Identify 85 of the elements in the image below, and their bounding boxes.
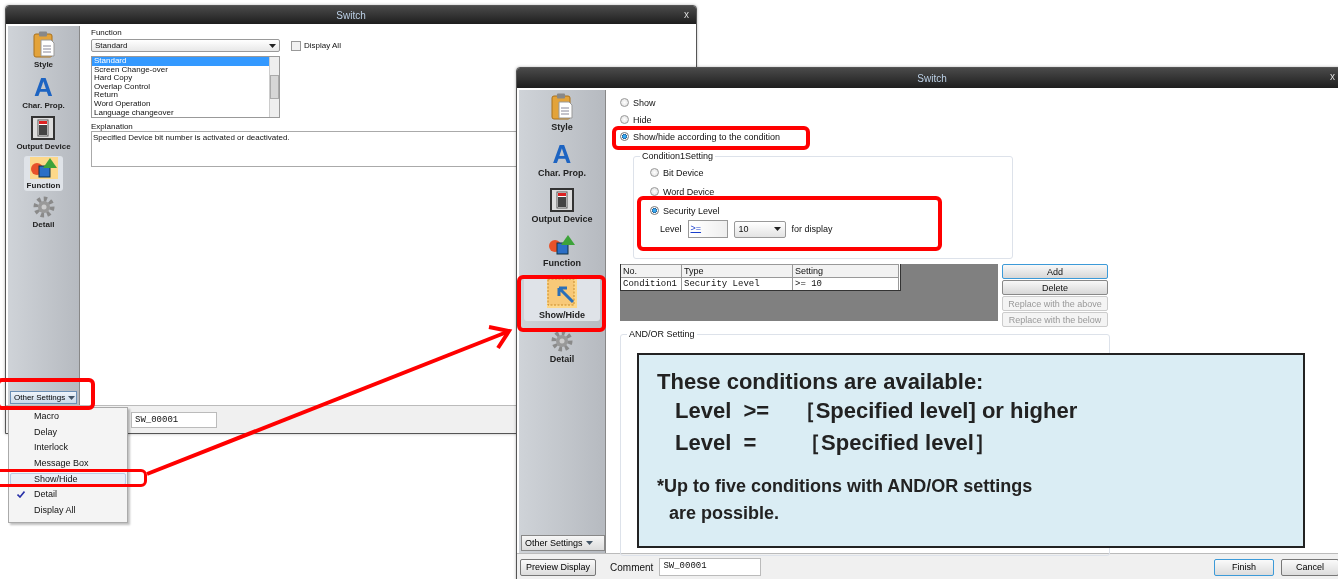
sidebar-item[interactable]: Style <box>524 92 600 133</box>
sidebar-item[interactable]: Function <box>23 156 64 191</box>
comment-field[interactable]: SW_00001 <box>131 411 217 428</box>
gear-icon <box>551 330 573 352</box>
clipboard-icon <box>32 31 55 58</box>
finish-button[interactable]: Finish <box>1214 558 1274 576</box>
action-button[interactable]: Delete <box>1002 280 1108 295</box>
other-settings-button[interactable]: Other Settings <box>521 535 605 551</box>
list-item[interactable]: Return <box>92 91 269 100</box>
field-label: Function <box>91 28 122 37</box>
checkbox-label: Display All <box>304 40 341 50</box>
letter-a-icon: A <box>34 75 53 99</box>
sidebar-item[interactable]: Detail <box>524 329 600 365</box>
table-header-cell: No. <box>621 264 682 277</box>
list-item[interactable]: Hard Copy <box>92 74 269 83</box>
radio-label: Show <box>633 97 656 108</box>
caret-icon <box>585 541 593 545</box>
other-settings-button[interactable]: Other Settings <box>10 391 77 404</box>
caret-icon <box>68 395 76 400</box>
list-item[interactable]: Overlap Control <box>92 82 269 92</box>
callout-line: Level >= ［Specified level] or higher <box>674 397 1079 425</box>
menu-item[interactable]: Detail <box>10 488 126 501</box>
suffix-label: for display <box>791 224 833 234</box>
caret-icon <box>269 43 276 48</box>
sidebar-item[interactable]: Show/Hide <box>524 277 600 321</box>
group-title: AND/OR Setting <box>627 329 697 339</box>
radio-button[interactable] <box>620 115 629 124</box>
radio-button[interactable] <box>620 132 629 141</box>
table-header-cell: Type <box>682 264 793 277</box>
preview-button[interactable]: Preview Display <box>520 558 597 576</box>
scrollbar[interactable] <box>269 57 279 117</box>
field-label: Explanation <box>91 122 133 131</box>
switch-icon <box>31 116 56 140</box>
sidebar-item[interactable]: Detail <box>29 195 58 230</box>
radio-label: Hide <box>633 114 652 125</box>
operator-field[interactable]: >= <box>687 220 728 238</box>
menu-item[interactable]: Display All <box>10 504 126 517</box>
switch-icon <box>550 188 574 212</box>
shapes-icon <box>548 234 576 256</box>
radio-button[interactable] <box>620 98 629 107</box>
gear-icon <box>32 196 55 218</box>
table-cell: Security Level <box>682 277 793 290</box>
sidebar-item[interactable]: Output Device <box>13 115 74 152</box>
level-label: Level <box>660 224 682 234</box>
function-dropdown[interactable]: Standard <box>91 39 280 52</box>
radio-button[interactable] <box>650 168 659 177</box>
list-item[interactable]: Screen Change-over <box>92 65 269 75</box>
menu-item[interactable]: Macro <box>10 410 126 422</box>
radio-button[interactable] <box>650 206 659 215</box>
caret-icon <box>773 227 781 231</box>
radio-label: Security Level <box>663 205 720 216</box>
dotted-square-arrow-icon <box>547 278 577 308</box>
close-button[interactable]: x <box>1330 71 1335 82</box>
window-title: Switch <box>336 9 366 21</box>
callout-heading: These conditions are available: <box>657 369 985 395</box>
cancel-button[interactable]: Cancel <box>1281 558 1338 576</box>
table-header-cell: Setting <box>793 264 899 277</box>
menu-item[interactable]: Interlock <box>10 441 126 454</box>
sidebar-item[interactable]: Function <box>524 233 600 269</box>
window-title: Switch <box>917 72 947 84</box>
list-item[interactable]: Language changeover <box>92 108 269 117</box>
list-item[interactable]: Word Operation <box>92 99 269 109</box>
radio-button[interactable] <box>650 187 659 196</box>
group-title: Condition1Setting <box>640 151 716 161</box>
action-button[interactable]: Add <box>1002 264 1108 279</box>
sidebar-item[interactable]: Style <box>29 30 58 70</box>
close-button[interactable]: x <box>684 9 689 20</box>
clipboard-icon <box>551 93 573 120</box>
level-dropdown[interactable]: 10 <box>733 220 786 238</box>
table-cell: Condition1 <box>621 277 682 290</box>
callout-line: Level = ［Specified level］ <box>674 429 997 457</box>
radio-label: Word Device <box>663 186 715 197</box>
menu-item[interactable]: Message Box <box>10 457 126 470</box>
menu-item[interactable]: Delay <box>10 425 126 438</box>
checkbox[interactable] <box>291 40 301 51</box>
menu-item[interactable]: Show/Hide <box>10 472 126 485</box>
sidebar-item[interactable]: Output Device <box>524 187 600 225</box>
callout-note: *Up to five conditions with AND/OR settings are possible. <box>657 475 1034 525</box>
radio-label: Bit Device <box>663 167 704 178</box>
comment-field[interactable]: SW_00001 <box>659 558 762 576</box>
sidebar-item[interactable]: A Char. Prop. <box>19 74 68 111</box>
shapes-icon <box>29 157 58 179</box>
table-cell: >= 10 <box>793 277 899 290</box>
letter-a-icon: A <box>552 142 572 166</box>
comment-label: Comment <box>610 561 654 573</box>
